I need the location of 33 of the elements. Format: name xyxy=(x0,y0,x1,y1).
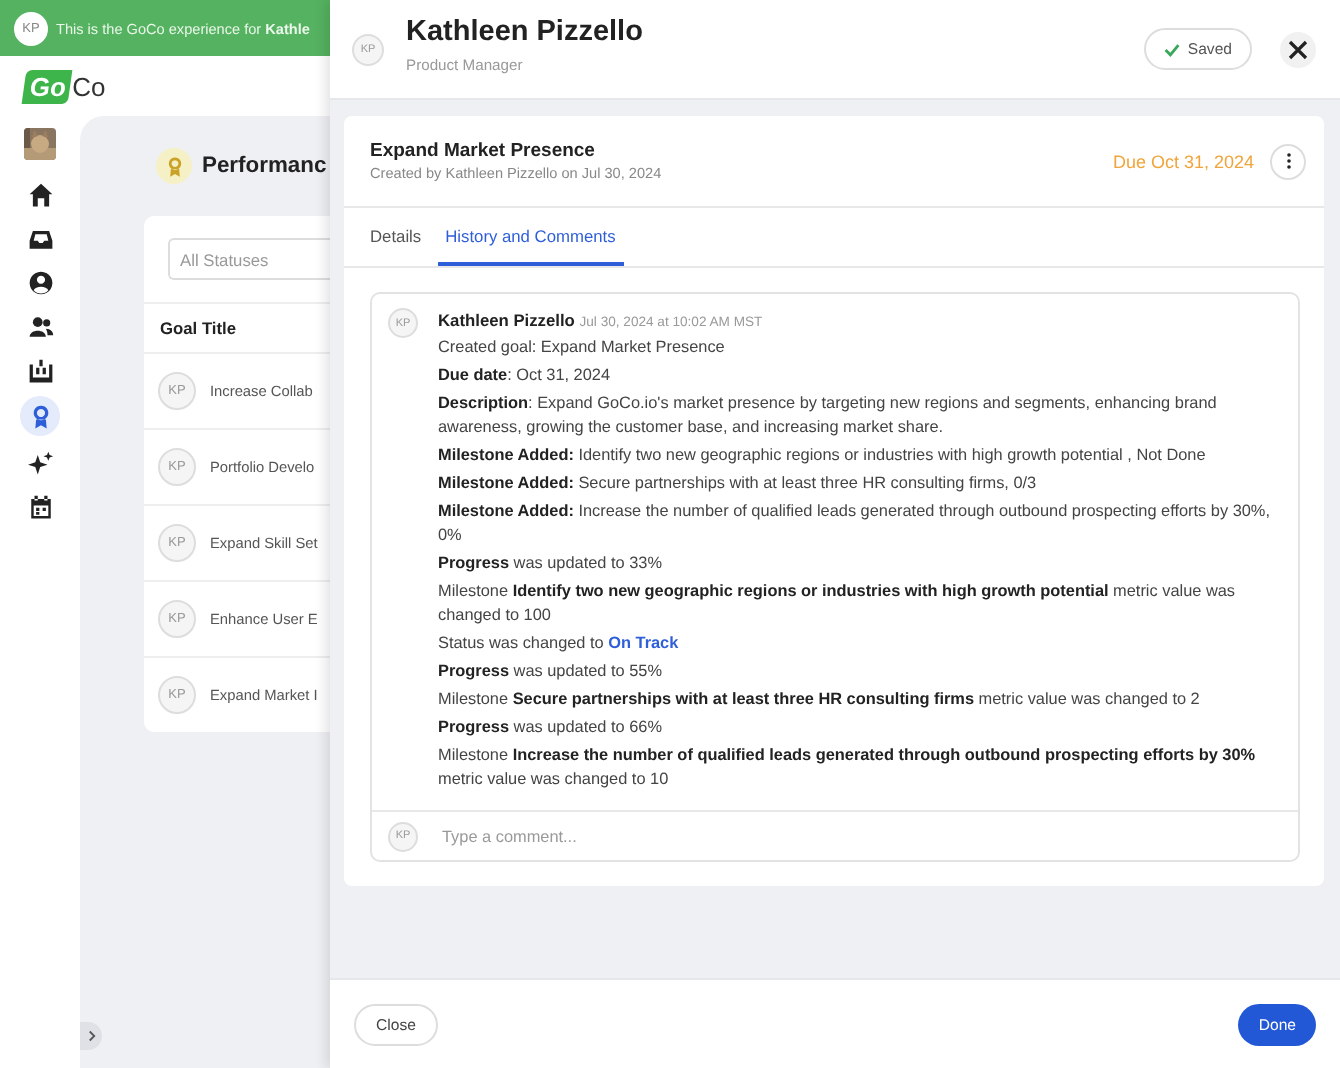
chevron-icon xyxy=(85,1030,97,1042)
column-header: Goal Title xyxy=(160,318,237,338)
history-line: Milestone Identify two new geographic regions or industries with high growth potential metric value was changed to 100 xyxy=(438,580,1238,628)
history-line: Milestone Secure partnerships with at least three HR consulting firms metric value was changed to 2 xyxy=(438,688,1202,712)
award-icon[interactable] xyxy=(20,396,60,436)
tab[interactable]: Details xyxy=(362,208,430,266)
logo-mark: Go xyxy=(21,69,73,103)
close-button[interactable] xyxy=(1280,31,1316,67)
kebab-icon xyxy=(1285,152,1291,170)
status-filter[interactable]: All Statuses xyxy=(168,238,330,280)
logo-text: Co xyxy=(72,71,106,101)
status-link[interactable]: On Track xyxy=(608,634,679,652)
history-line: Milestone Added: Secure partnerships with at least three HR consulting firms, 0/3 xyxy=(438,472,1039,496)
history-line: Progress was updated to 66% xyxy=(438,716,664,740)
history-line: Progress was updated to 33% xyxy=(438,552,664,576)
due-date: Due Oct 31, 2024 xyxy=(1112,151,1254,171)
tab[interactable]: History and Comments xyxy=(437,208,624,266)
expand-button[interactable] xyxy=(80,1022,102,1050)
history-line: Progress was updated to 55% xyxy=(438,660,664,684)
goal-title: Expand Market Presence xyxy=(370,140,597,162)
history-line: Due date: Oct 31, 2024 xyxy=(438,364,613,388)
award-icon xyxy=(156,148,192,184)
more-button[interactable] xyxy=(1270,143,1306,179)
history-line: Description: Expand GoCo.io's market presence by targeting new regions and segments, enhancing brand awareness, growing the customer base, and increasing market share. xyxy=(438,392,1219,440)
history-line: Status was changed to xyxy=(438,634,604,652)
author-name: Kathleen Pizzello xyxy=(438,310,575,330)
check-icon xyxy=(1163,41,1180,57)
history-line: Created goal: Expand Market Presence xyxy=(438,336,727,360)
close-icon xyxy=(1288,39,1308,59)
page-title: Performanc xyxy=(202,154,327,178)
history-line: Milestone Increase the number of qualified leads generated through outbound prospecting efforts by 30% metric value was changed to 10 xyxy=(438,744,1258,792)
person-name: Kathleen Pizzello xyxy=(406,16,645,48)
history-line: Milestone Added: Identify two new geographic regions or industries with high growth potential , Not Done xyxy=(438,444,1208,468)
